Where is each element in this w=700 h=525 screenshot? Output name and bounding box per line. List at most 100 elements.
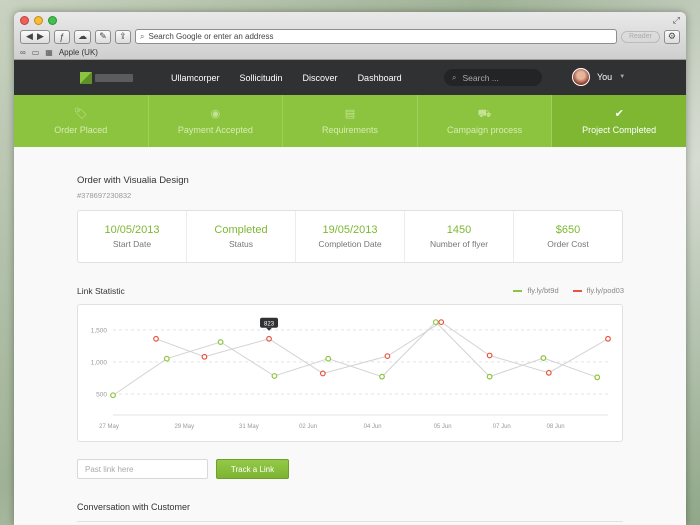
step-label: Order Placed <box>54 124 108 135</box>
stat-label: Order Cost <box>547 239 589 249</box>
bookmark-apple-uk[interactable]: Apple (UK) <box>59 48 98 57</box>
nav-item-dashboard[interactable]: Dashboard <box>358 73 402 83</box>
stat-completion-date: 19/05/2013 Completion Date <box>296 211 405 262</box>
data-point <box>271 373 278 379</box>
data-point <box>379 373 385 380</box>
browser-toolbar: ◀ ▶ ƒ ☁ ✎ ⇪ ⌕ Search Google or enter an … <box>20 29 680 44</box>
zoom-window-button[interactable] <box>48 16 57 25</box>
fullscreen-icon[interactable]: ⤢ <box>673 15 680 26</box>
track-link-button[interactable]: Track a Link <box>216 459 289 479</box>
data-point <box>438 319 445 326</box>
data-point <box>540 355 547 361</box>
chevron-down-icon: ▼ <box>619 74 626 80</box>
inbox-icon: ▤ <box>344 107 356 120</box>
nav-item-sollicitudin[interactable]: Sollicitudin <box>240 73 283 83</box>
stat-label: Number of flyer <box>429 239 489 249</box>
conversation-title: Conversation with Customer <box>77 502 191 512</box>
y-tick-label: 500 <box>96 391 107 398</box>
script-button[interactable]: ƒ <box>54 29 70 44</box>
avatar <box>572 68 590 86</box>
stat-label: Start Date <box>112 239 152 249</box>
step-requirements[interactable]: ▤ Requirements <box>283 95 418 147</box>
bookmarks-book-icon[interactable]: ▭ <box>32 48 40 57</box>
data-point <box>486 352 493 359</box>
search-icon: ⌕ <box>140 31 145 41</box>
stat-value: 10/05/2013 <box>104 224 160 236</box>
series-line <box>112 321 598 396</box>
step-label: Requirements <box>321 124 378 135</box>
order-stats: 10/05/2013 Start Date Completed Status 1… <box>77 210 623 263</box>
tooltip-arrow <box>266 327 273 331</box>
stat-start-date: 10/05/2013 Start Date <box>78 211 187 262</box>
x-tick-label: 08 Jun <box>547 424 565 430</box>
browser-window: ⤢ ◀ ▶ ƒ ☁ ✎ ⇪ ⌕ Search Google or enter a… <box>14 12 686 525</box>
step-payment-accepted[interactable]: ◉ Payment Accepted <box>149 95 284 147</box>
back-forward-buttons: ◀ ▶ <box>20 29 50 44</box>
reading-list-icon[interactable]: ∞ <box>20 48 26 57</box>
data-point <box>486 373 493 380</box>
legend-item-pod03[interactable]: fly.ly/pod03 <box>572 286 624 295</box>
x-tick-label: 29 May <box>174 424 194 430</box>
step-project-completed[interactable]: ✔ Project Completed <box>552 95 686 147</box>
user-name: You <box>597 72 613 82</box>
stat-value: $650 <box>555 224 581 236</box>
address-bar[interactable]: ⌕ Search Google or enter an address <box>135 29 617 44</box>
tooltip-value: 823 <box>264 321 275 327</box>
step-campaign-process[interactable]: ⛟ Campaign process <box>418 95 553 147</box>
data-point <box>201 353 208 360</box>
downloads-button[interactable]: ⚙ <box>663 29 680 44</box>
data-point <box>319 370 326 377</box>
past-link-input[interactable] <box>77 459 208 479</box>
divider <box>77 521 623 522</box>
nav-item-discover[interactable]: Discover <box>303 73 338 83</box>
top-sites-grid-icon[interactable]: ▦ <box>45 48 53 57</box>
back-icon[interactable]: ◀ <box>26 31 33 42</box>
search-input[interactable] <box>462 72 533 83</box>
nav-item-ullamcorper[interactable]: Ullamcorper <box>171 73 220 83</box>
order-progress-steps: 🏷︎ Order Placed ◉ Payment Accepted ▤ Req… <box>14 95 686 147</box>
chart-legend: fly.ly/bt9d fly.ly/pod03 <box>513 286 624 295</box>
data-point <box>163 355 170 362</box>
share-icon: ⇪ <box>119 31 127 41</box>
x-tick-label: 04 Jun <box>364 424 382 430</box>
cloud-button[interactable]: ☁ <box>74 29 91 44</box>
x-tick-label: 02 Jun <box>299 424 317 430</box>
legend-label: fly.ly/bt9d <box>527 286 559 295</box>
line-chart: 1,500 1,000 500 27 May 29 May 31 May 02 Jun 04 … <box>91 317 611 430</box>
order-id: #378697230832 <box>77 191 132 200</box>
wrench-icon: ✎ <box>99 31 107 41</box>
minimize-window-button[interactable] <box>34 16 43 25</box>
stat-status: Completed Status <box>187 211 296 262</box>
script-icon: ƒ <box>59 31 65 42</box>
search-icon: ⌕ <box>452 72 457 82</box>
check-icon: ✔ <box>614 107 624 120</box>
y-tick-label: 1,000 <box>91 359 108 366</box>
site-logo[interactable] <box>80 70 136 85</box>
x-tick-label: 27 May <box>99 424 119 430</box>
x-tick-label: 05 Jun <box>434 424 452 430</box>
main-nav: Ullamcorper Sollicitudin Discover Dashbo… <box>171 60 422 95</box>
stat-label: Completion Date <box>318 239 382 249</box>
stat-number-of-flyer: 1450 Number of flyer <box>405 211 514 262</box>
x-tick-label: 31 May <box>239 424 259 430</box>
main-content: Order with Visualia Design #378697230832… <box>14 147 686 525</box>
legend-swatch <box>572 289 582 292</box>
step-order-placed[interactable]: 🏷︎ Order Placed <box>14 95 149 147</box>
stat-label: Status <box>228 239 254 249</box>
legend-label: fly.ly/pod03 <box>586 286 624 295</box>
share-button[interactable]: ⇪ <box>115 29 131 44</box>
forward-icon[interactable]: ▶ <box>37 31 44 42</box>
data-point <box>110 392 116 399</box>
gear-icon: ⚙ <box>667 31 676 41</box>
logo-mark-icon <box>80 71 92 84</box>
user-menu[interactable]: You ▼ <box>572 68 625 86</box>
data-point <box>217 339 224 345</box>
reader-button[interactable]: Reader <box>620 30 660 43</box>
bookmarks-bar: ∞ ▭ ▦ Apple (UK) <box>20 46 98 58</box>
close-window-button[interactable] <box>20 16 29 25</box>
tools-button[interactable]: ✎ <box>95 29 111 44</box>
legend-swatch <box>513 289 523 292</box>
legend-item-bt9d[interactable]: fly.ly/bt9d <box>513 286 559 295</box>
link-statistic-title: Link Statistic <box>77 286 125 296</box>
step-label: Project Completed <box>582 124 657 135</box>
